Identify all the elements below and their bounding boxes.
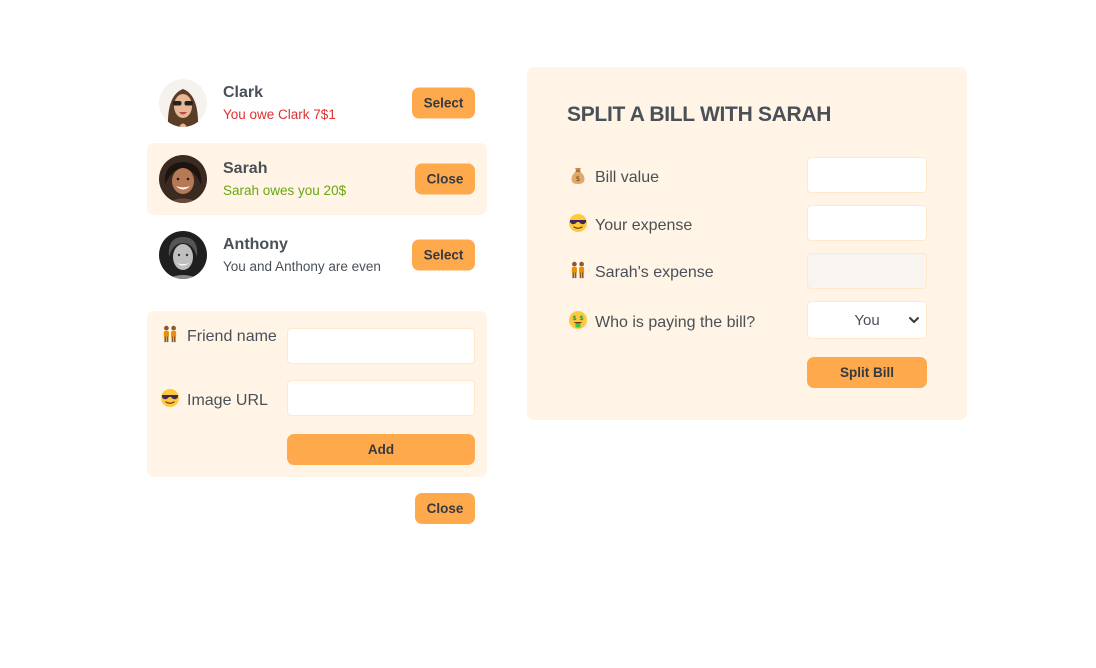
friend-item-sarah: Sarah Sarah owes you 20$ Close — [147, 143, 487, 215]
add-friend-button[interactable]: Add — [287, 434, 475, 465]
friend-name-label: Friend name — [187, 328, 277, 345]
chevron-down-icon — [908, 312, 920, 328]
image-url-input[interactable] — [287, 380, 475, 416]
friend-item-clark: Clark You owe Clark 7$1 Select — [147, 67, 487, 139]
your-expense-label: Your expense — [595, 217, 693, 234]
friend-expense-input — [807, 253, 927, 289]
sunglasses-face-icon — [567, 213, 589, 233]
avatar-sarah — [159, 155, 207, 203]
add-friend-form: Friend name Image URL Add — [147, 311, 487, 477]
avatar-anthony — [159, 231, 207, 279]
money-bag-icon — [567, 165, 589, 185]
close-add-friend-button[interactable]: Close — [415, 493, 475, 524]
split-bill-button[interactable]: Split Bill — [807, 357, 927, 388]
people-icon — [159, 325, 181, 343]
bill-value-input[interactable] — [807, 157, 927, 193]
close-sarah-button[interactable]: Close — [415, 163, 475, 195]
friends-list: Clark You owe Clark 7$1 Select Sarah Sar… — [147, 67, 487, 291]
payer-label: Who is paying the bill? — [595, 314, 756, 331]
friend-item-anthony: Anthony You and Anthony are even Select — [147, 219, 487, 291]
payer-select[interactable]: You — [807, 301, 927, 339]
friend-name-input[interactable] — [287, 328, 475, 364]
select-anthony-button[interactable]: Select — [412, 239, 475, 271]
split-form-title: SPLIT A BILL WITH SARAH — [567, 103, 832, 126]
money-mouth-face-icon — [567, 310, 589, 330]
select-clark-button[interactable]: Select — [412, 87, 475, 119]
avatar-clark — [159, 79, 207, 127]
payer-selected-value: You — [854, 311, 880, 329]
people-icon — [567, 261, 589, 279]
image-url-label: Image URL — [187, 392, 268, 409]
split-bill-form: SPLIT A BILL WITH SARAH Bill value Your … — [527, 67, 967, 420]
friend-expense-label: Sarah's expense — [595, 264, 714, 281]
your-expense-input[interactable] — [807, 205, 927, 241]
bill-value-label: Bill value — [595, 169, 660, 186]
sunglasses-face-icon — [159, 388, 181, 408]
sidebar: Clark You owe Clark 7$1 Select Sarah Sar… — [147, 67, 487, 291]
